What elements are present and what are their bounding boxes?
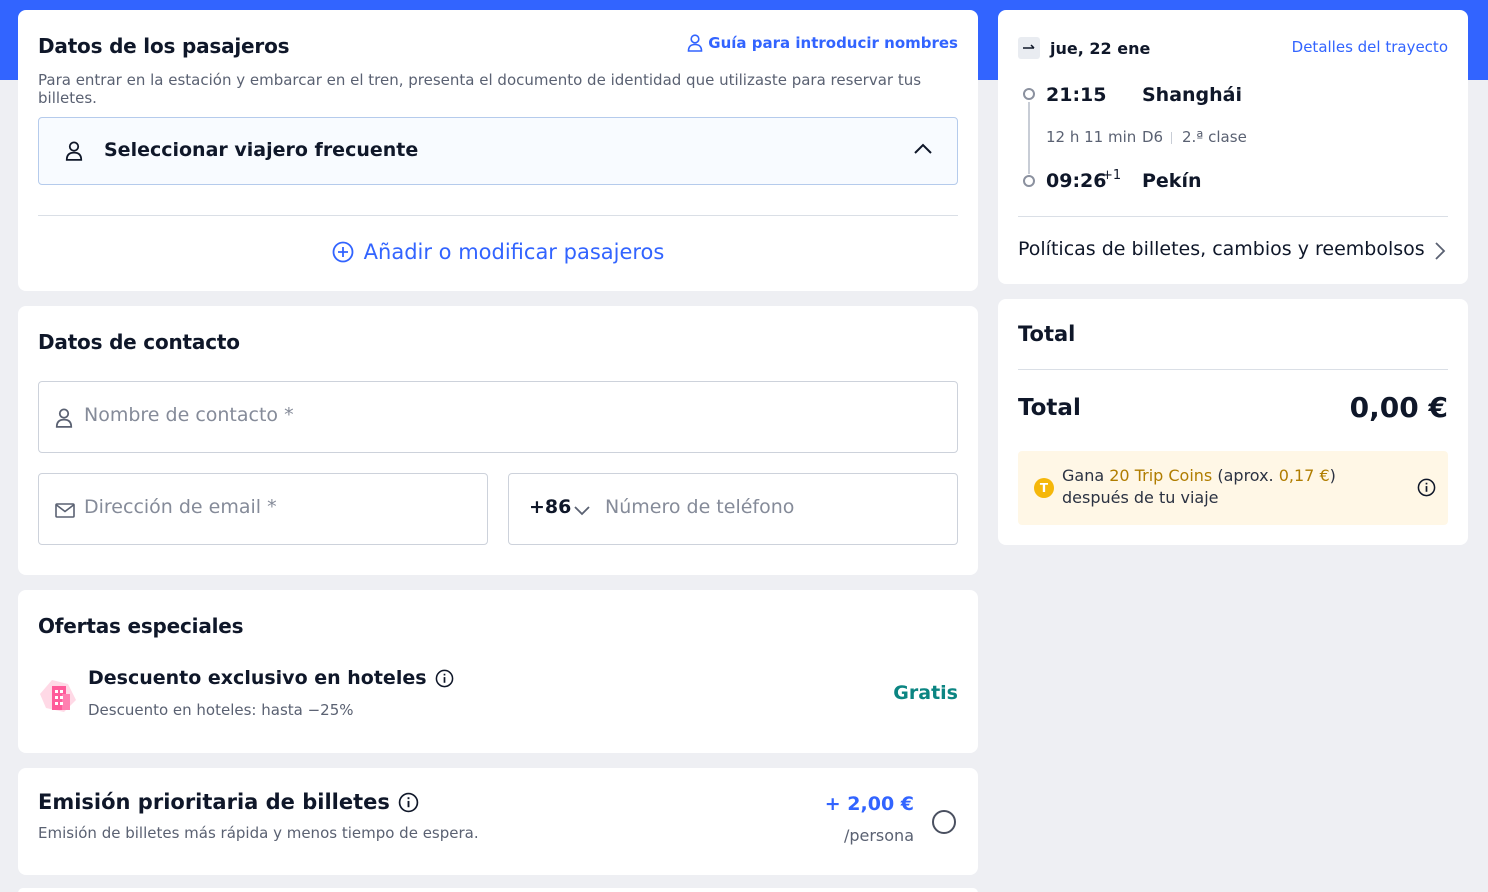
- user-icon: [687, 34, 703, 52]
- separator: [1171, 132, 1172, 144]
- trip-coins-text: Gana 20 Trip Coins (aprox. 0,17 €) despu…: [1062, 466, 1336, 507]
- offers-card: Ofertas especiales Descuento exclusivo e…: [18, 590, 978, 753]
- hotel-offer-title: Descuento exclusivo en hoteles: [88, 667, 454, 689]
- email-field[interactable]: Dirección de email *: [38, 473, 488, 545]
- contact-title: Datos de contacto: [38, 330, 240, 354]
- divider: [38, 215, 958, 216]
- hotel-offer-title-text: Descuento exclusivo en hoteles: [88, 667, 427, 689]
- total-heading: Total: [1018, 322, 1076, 346]
- offers-title: Ofertas especiales: [38, 614, 244, 638]
- priority-card[interactable]: Emisión prioritaria de billetes Emisión …: [18, 768, 978, 875]
- total-label: Total: [1018, 395, 1081, 421]
- trip-coins-banner: T Gana 20 Trip Coins (aprox. 0,17 €) des…: [1018, 451, 1448, 525]
- departure-dot: [1023, 88, 1035, 100]
- priority-subtitle: Emisión de billetes más rápida y menos t…: [38, 824, 479, 842]
- info-icon[interactable]: [398, 792, 419, 813]
- chevron-up-icon[interactable]: [913, 142, 933, 156]
- priority-title: Emisión prioritaria de billetes: [38, 790, 419, 814]
- passengers-title: Datos de los pasajeros: [38, 34, 290, 58]
- contact-name-placeholder: Nombre de contacto *: [84, 404, 294, 426]
- add-modify-passengers-button[interactable]: Añadir o modificar pasajeros: [18, 240, 978, 264]
- passengers-subtitle: Para entrar en la estación y embarcar en…: [38, 71, 922, 107]
- add-modify-passengers-label: Añadir o modificar pasajeros: [363, 240, 665, 264]
- info-icon[interactable]: [435, 669, 454, 688]
- departure-station: Shanghái: [1142, 84, 1243, 106]
- arrival-day-offset: +1: [1102, 168, 1122, 183]
- priority-title-text: Emisión prioritaria de billetes: [38, 790, 390, 814]
- contact-card: Datos de contacto Nombre de contacto * D…: [18, 306, 978, 575]
- mail-icon: [55, 503, 75, 518]
- priority-per-person: /persona: [843, 826, 914, 845]
- contact-name-field[interactable]: Nombre de contacto *: [38, 381, 958, 453]
- seat-class: 2.ª clase: [1182, 128, 1247, 146]
- trip-duration: 12 h 11 min: [1046, 128, 1137, 146]
- phone-field[interactable]: +86 Número de teléfono: [508, 473, 958, 545]
- departure-time: 21:15: [1046, 84, 1107, 106]
- hotel-icon: [40, 680, 76, 712]
- hotel-offer-price: Gratis: [893, 682, 958, 704]
- divider: [1018, 369, 1448, 370]
- arrival-station: Pekín: [1142, 170, 1202, 192]
- country-code[interactable]: +86: [529, 496, 571, 518]
- trip-date-row: jue, 22 ene: [1018, 37, 1150, 59]
- trip-details-link[interactable]: Detalles del trayecto: [1292, 38, 1448, 56]
- next-card: [18, 888, 978, 892]
- email-placeholder: Dirección de email *: [84, 496, 277, 518]
- route-line: [1028, 102, 1030, 174]
- train-icon: [1018, 37, 1040, 59]
- coin-icon: T: [1034, 478, 1054, 498]
- divider: [1018, 216, 1448, 217]
- info-icon[interactable]: [1417, 478, 1436, 497]
- trip-date: jue, 22 ene: [1050, 38, 1151, 58]
- arrival-time: 09:26: [1046, 170, 1107, 192]
- user-icon: [65, 141, 83, 161]
- phone-placeholder: Número de teléfono: [605, 496, 795, 518]
- frequent-traveler-label: Seleccionar viajero frecuente: [104, 139, 419, 161]
- policies-link[interactable]: Políticas de billetes, cambios y reembol…: [1018, 238, 1425, 260]
- train-number: D6: [1142, 128, 1164, 146]
- plus-circle-icon: [332, 241, 354, 263]
- total-card: Total Total 0,00 € T Gana 20 Trip Coins …: [998, 299, 1468, 545]
- total-amount: 0,00 €: [1349, 391, 1448, 424]
- chevron-right-icon[interactable]: [1434, 241, 1446, 261]
- guide-link-label: Guía para introducir nombres: [708, 34, 958, 52]
- hotel-offer-subtitle: Descuento en hoteles: hasta −25%: [88, 701, 354, 719]
- priority-radio[interactable]: [932, 810, 956, 834]
- trip-summary-card: jue, 22 ene Detalles del trayecto 21:15 …: [998, 10, 1468, 284]
- frequent-traveler-select[interactable]: Seleccionar viajero frecuente: [38, 117, 958, 185]
- priority-price: + 2,00 €: [824, 793, 914, 815]
- passengers-card: Datos de los pasajeros Guía para introdu…: [18, 10, 978, 291]
- arrival-dot: [1023, 175, 1035, 187]
- chevron-down-icon[interactable]: [573, 504, 591, 516]
- user-icon: [55, 408, 73, 428]
- guide-link[interactable]: Guía para introducir nombres: [687, 34, 958, 52]
